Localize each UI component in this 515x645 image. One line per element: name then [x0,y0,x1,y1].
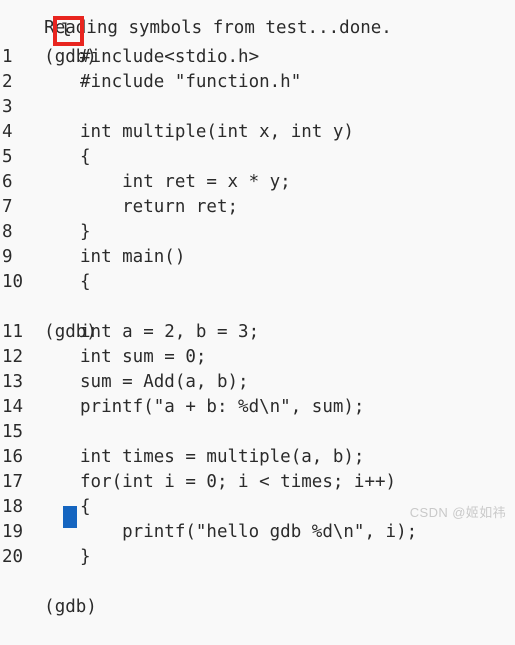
source-line-code: printf("hello gdb %d\n", i); [80,522,418,542]
source-line: 5{ [0,145,515,170]
source-line-number: 15 [2,422,24,442]
source-line-code: int ret = x * y; [80,172,291,192]
gdb-terminal[interactable]: Reading symbols from test...done. (gdb) … [0,0,515,617]
source-line: 6 int ret = x * y; [0,170,515,195]
source-line-code: int a = 2, b = 3; [80,322,260,342]
source-line-number: 8 [2,222,13,242]
source-line-number: 1 [2,47,13,67]
source-line-code: sum = Add(a, b); [80,372,249,392]
source-line-number: 9 [2,247,13,267]
source-line: 8} [0,220,515,245]
csdn-watermark: CSDN @姬如祎 [409,505,506,520]
source-line-code: #include<stdio.h> [80,47,260,67]
source-listing-second-page: 11 int a = 2, b = 3; 12 int sum = 0; 13 sum =… [0,320,515,570]
source-line-code: return ret; [80,197,239,217]
source-line-number: 16 [2,447,24,467]
gdb-prompt-line-first: (gdb) [0,20,515,67]
source-line: 14 printf("a + b: %d\n", sum); [0,395,515,420]
source-line-code: for(int i = 0; i < times; i++) [80,472,397,492]
source-line-code: int sum = 0; [80,347,207,367]
source-line-number: 13 [2,372,24,392]
source-line-code: int times = multiple(a, b); [80,447,365,467]
gdb-prompt-line-final[interactable]: (gdb) [0,570,515,617]
source-line-code: { [80,497,91,517]
source-line-code: int multiple(int x, int y) [80,122,354,142]
source-line: 19 printf("hello gdb %d\n", i); [0,520,515,545]
source-line-number: 14 [2,397,24,417]
source-line: 12 int sum = 0; [0,345,515,370]
source-line-number: 5 [2,147,13,167]
source-line: 15 [0,420,515,445]
source-line-code: { [80,147,91,167]
source-line-number: 2 [2,72,13,92]
source-line-number: 6 [2,172,13,192]
source-line: 10 { [0,270,515,295]
source-line: 17 for(int i = 0; i < times; i++) [0,470,515,495]
source-line-number: 12 [2,347,24,367]
source-line: 2 #include "function.h" [0,70,515,95]
typed-command-text: l [61,21,72,41]
source-line-number: 3 [2,97,13,117]
source-line: 1 #include<stdio.h> [0,45,515,70]
source-line-number: 17 [2,472,24,492]
source-line: 7 return ret; [0,195,515,220]
source-line: 16 int times = multiple(a, b); [0,445,515,470]
source-line: 9 int main() [0,245,515,270]
source-line-code: { [80,272,91,292]
source-line-number: 10 [2,272,24,292]
source-line-number: 11 [2,322,24,342]
source-line-number: 4 [2,122,13,142]
source-line: 13 sum = Add(a, b); [0,370,515,395]
gdb-prompt-line-middle: (gdb) [0,295,515,342]
source-line-number: 20 [2,547,24,567]
source-line: 3 [0,95,515,120]
source-line: 20} [0,545,515,570]
gdb-prompt-final: (gdb) [44,597,97,617]
text-cursor [63,506,77,528]
terminal-output-line: Reading symbols from test...done. [0,0,515,38]
source-line-number: 7 [2,197,13,217]
source-line: 11 int a = 2, b = 3; [0,320,515,345]
source-line-code: #include "function.h" [80,72,302,92]
source-line-code: } [80,547,91,567]
source-listing-first-page: 1 #include<stdio.h> 2 #include "function.h"… [0,45,515,295]
source-line-code: int main() [80,247,186,267]
source-line: 4 int multiple(int x, int y) [0,120,515,145]
source-line-code: } [80,222,91,242]
source-line-code: printf("a + b: %d\n", sum); [80,397,365,417]
